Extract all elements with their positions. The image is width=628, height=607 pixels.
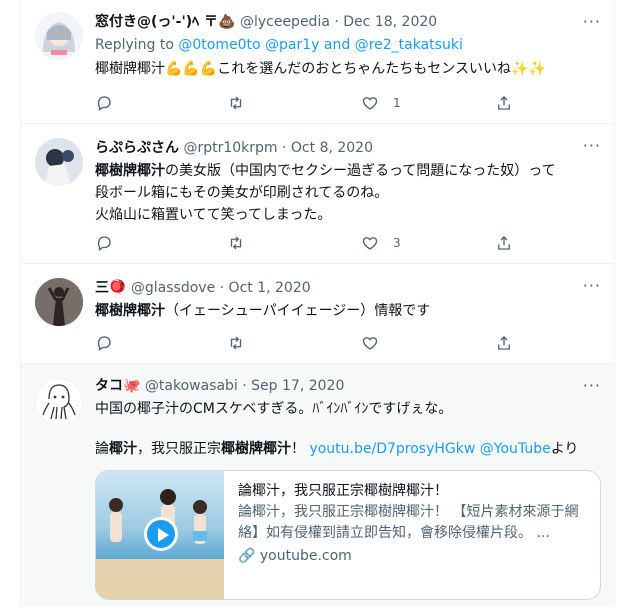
like-button[interactable]: 3 bbox=[361, 234, 401, 252]
more-icon[interactable]: ··· bbox=[583, 12, 601, 31]
handle[interactable]: @rptr10krpm bbox=[183, 140, 277, 156]
tweet[interactable]: 窓付き@(っ'-')ﾍ 〒💩 @lyceepedia · Dec 18, 202… bbox=[21, 0, 613, 124]
display-name[interactable]: 窓付き@(っ'-')ﾍ 〒💩 bbox=[95, 14, 236, 30]
play-icon[interactable] bbox=[144, 517, 178, 551]
more-icon[interactable]: ··· bbox=[583, 136, 601, 155]
display-name[interactable]: タコ🐙 bbox=[95, 378, 140, 394]
display-name[interactable]: 三🪀 bbox=[95, 280, 126, 296]
share-button[interactable] bbox=[495, 234, 513, 252]
url-link[interactable]: youtu.be/D7prosyHGkw bbox=[309, 441, 475, 457]
timestamp[interactable]: Oct 8, 2020 bbox=[291, 140, 373, 156]
retweet-icon bbox=[230, 336, 242, 350]
share-icon bbox=[498, 96, 510, 110]
timestamp[interactable]: Oct 1, 2020 bbox=[229, 280, 311, 296]
more-icon[interactable]: ··· bbox=[583, 376, 601, 395]
tweet-header: 窓付き@(っ'-')ﾍ 〒💩 @lyceepedia · Dec 18, 202… bbox=[95, 14, 438, 30]
retweet-button[interactable] bbox=[227, 234, 245, 252]
tweet-text: 椰樹牌椰汁💪💪💪これを選んだのおとちゃんたちもセンスいいね✨✨ bbox=[95, 61, 546, 77]
tweet-text: 椰樹牌椰汁（イェーシューパイイェージー）情報です bbox=[95, 303, 431, 319]
handle[interactable]: @glassdove bbox=[131, 280, 215, 296]
reply-button[interactable] bbox=[95, 234, 113, 252]
tweet[interactable]: 三🪀 @glassdove · Oct 1, 2020 椰樹牌椰汁（イェーシュー… bbox=[21, 264, 613, 364]
like-count: 3 bbox=[393, 236, 401, 250]
tweet-text-line: 段ボール箱にもその美女が印刷されてるのね。 bbox=[95, 185, 389, 201]
handle[interactable]: @lyceepedia bbox=[240, 14, 330, 30]
tweet-text-line: 中国の椰子汁のCMスケベすぎる。ﾊﾞｲﾝﾊﾞｲﾝですげぇな。 bbox=[95, 401, 453, 417]
share-button[interactable] bbox=[495, 334, 513, 352]
timestamp[interactable]: Dec 18, 2020 bbox=[343, 14, 437, 30]
reply-icon bbox=[97, 336, 111, 352]
handle[interactable]: @takowasabi bbox=[145, 378, 238, 394]
tweet-header: らぷらぷさん @rptr10krpm · Oct 8, 2020 bbox=[95, 140, 373, 156]
mention-link[interactable]: @YouTube bbox=[480, 441, 551, 457]
tweet[interactable]: らぷらぷさん @rptr10krpm · Oct 8, 2020 椰樹牌椰汁の美… bbox=[21, 124, 613, 264]
tweet-actions: 3 bbox=[95, 234, 535, 254]
retweet-button[interactable] bbox=[227, 94, 245, 112]
mention-link[interactable]: @re2_takatsuki bbox=[355, 37, 463, 53]
more-icon[interactable]: ··· bbox=[583, 276, 601, 295]
display-name[interactable]: らぷらぷさん bbox=[95, 140, 179, 156]
link-preview-card[interactable]: 論椰汁，我只服正宗椰樹牌椰汁！ 論椰汁，我只服正宗椰樹牌椰汁！ 【短片素材來源于… bbox=[95, 470, 601, 600]
mention-link[interactable]: @0tome0to bbox=[178, 37, 260, 53]
avatar[interactable] bbox=[35, 378, 83, 426]
tweet-header: 三🪀 @glassdove · Oct 1, 2020 bbox=[95, 280, 311, 296]
reply-icon bbox=[97, 96, 111, 112]
share-button[interactable] bbox=[495, 94, 513, 112]
tweet-actions: 1 bbox=[95, 94, 535, 114]
card-text: 論椰汁，我只服正宗椰樹牌椰汁！ 論椰汁，我只服正宗椰樹牌椰汁！ 【短片素材來源于… bbox=[238, 481, 586, 567]
reply-button[interactable] bbox=[95, 334, 113, 352]
mention-link[interactable]: @par1y bbox=[265, 37, 319, 53]
like-count: 1 bbox=[393, 96, 401, 110]
tweet-text-line: 論椰汁，我只服正宗椰樹牌椰汁！ youtu.be/D7prosyHGkw @Yo… bbox=[95, 441, 579, 457]
like-icon bbox=[362, 97, 378, 110]
card-domain: 🔗 youtube.com bbox=[238, 548, 352, 564]
like-button[interactable] bbox=[361, 334, 379, 352]
tweet-header: タコ🐙 @takowasabi · Sep 17, 2020 bbox=[95, 378, 345, 394]
video-thumbnail[interactable] bbox=[96, 471, 224, 599]
timestamp[interactable]: Sep 17, 2020 bbox=[251, 378, 344, 394]
reply-icon bbox=[97, 236, 111, 252]
retweet-icon bbox=[230, 236, 242, 250]
reply-button[interactable] bbox=[95, 94, 113, 112]
tweet-actions bbox=[95, 334, 535, 354]
like-icon bbox=[362, 237, 378, 250]
retweet-button[interactable] bbox=[227, 334, 245, 352]
reply-context: Replying to @0tome0to @par1y and @re2_ta… bbox=[95, 37, 463, 53]
card-description: 論椰汁，我只服正宗椰樹牌椰汁！ 【短片素材來源于網絡】如有侵權到請立即告知，會移… bbox=[238, 504, 579, 541]
share-icon bbox=[498, 336, 510, 350]
card-title: 論椰汁，我只服正宗椰樹牌椰汁！ bbox=[238, 483, 448, 499]
share-icon bbox=[498, 236, 510, 250]
retweet-icon bbox=[230, 96, 242, 110]
tweet-text-line: 椰樹牌椰汁の美女版（中国内でセクシー過ぎるって問題になった奴）って bbox=[95, 163, 556, 179]
avatar[interactable] bbox=[35, 278, 83, 326]
avatar[interactable] bbox=[35, 138, 83, 186]
tweet[interactable]: タコ🐙 @takowasabi · Sep 17, 2020 中国の椰子汁のCM… bbox=[21, 364, 613, 607]
like-button[interactable]: 1 bbox=[361, 94, 401, 112]
tweet-text-line: 火焔山に箱置いてて笑ってしまった。 bbox=[95, 207, 332, 223]
like-icon bbox=[362, 337, 378, 350]
avatar[interactable] bbox=[35, 12, 83, 60]
